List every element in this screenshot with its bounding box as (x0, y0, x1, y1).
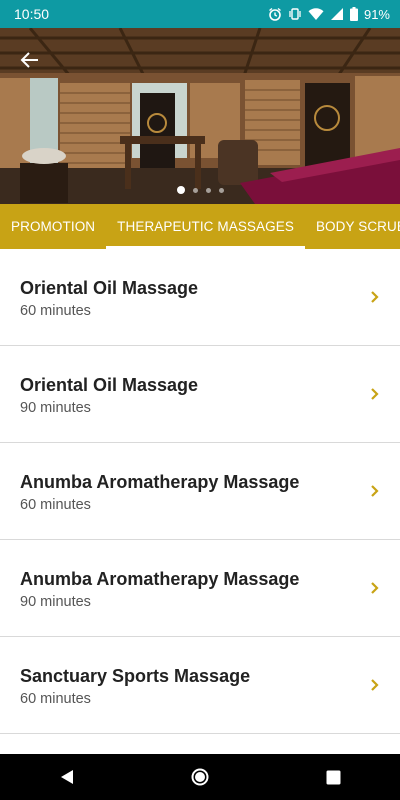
signal-icon (330, 7, 344, 21)
item-title: Sanctuary Sports Massage (20, 666, 251, 686)
tab-label: BODY SCRUBS (315, 219, 400, 234)
hero-image-carousel[interactable] (0, 28, 400, 204)
status-time: 10:50 (14, 6, 50, 22)
chevron-right-icon (371, 388, 379, 400)
carousel-dot[interactable] (218, 187, 224, 193)
tab-label: PROMOTION (11, 219, 96, 234)
nav-back-icon (60, 770, 73, 784)
item-title: Oriental Oil Massage (20, 278, 199, 298)
chevron-right-icon (371, 291, 379, 303)
item-duration: 90 minutes (20, 594, 91, 610)
tab-label: THERAPEUTIC MASSAGES (117, 219, 294, 234)
carousel-dot[interactable] (205, 187, 211, 193)
spa-room-image (0, 28, 400, 204)
vibrate-icon (288, 7, 302, 21)
item-duration: 60 minutes (20, 497, 91, 513)
item-title: Anumba Aromatherapy Massage (20, 472, 300, 492)
chevron-right-icon (371, 582, 379, 594)
list-item[interactable]: Anumba Aromatherapy Massage 60 minutes (0, 443, 400, 540)
carousel-indicator (0, 186, 400, 194)
battery-icon (349, 7, 358, 21)
chevron-right-icon (371, 679, 379, 691)
list-item[interactable]: Anumba Aromatherapy Massage 90 minutes (0, 540, 400, 637)
wifi-icon (308, 7, 324, 21)
status-icons: 91% (268, 7, 390, 22)
list-item[interactable]: Sanctuary Sports Massage 60 minutes (0, 637, 400, 734)
tab-body-scrubs[interactable]: BODY SCRUBS (305, 204, 400, 249)
item-duration: 60 minutes (20, 303, 91, 319)
item-title: Oriental Oil Massage (20, 375, 199, 395)
chevron-right-icon (371, 485, 379, 497)
category-tabs: PROMOTION THERAPEUTIC MASSAGES BODY SCRU… (0, 204, 400, 249)
status-bar: 10:50 91% (0, 0, 400, 28)
item-title: Anumba Aromatherapy Massage (20, 569, 300, 589)
treatment-list: Oriental Oil Massage 60 minutes Oriental… (0, 249, 400, 754)
system-nav-bar (0, 754, 400, 800)
nav-recents-button[interactable] (313, 757, 353, 797)
item-duration: 60 minutes (20, 691, 91, 707)
nav-back-button[interactable] (47, 757, 87, 797)
list-item[interactable]: Oriental Oil Massage 60 minutes (0, 249, 400, 346)
back-arrow-icon[interactable] (18, 48, 42, 72)
alarm-icon (268, 7, 282, 21)
carousel-dot[interactable] (176, 186, 185, 194)
item-duration: 90 minutes (20, 400, 91, 416)
nav-recents-icon (326, 770, 341, 784)
tab-therapeutic-massages[interactable]: THERAPEUTIC MASSAGES (106, 204, 305, 249)
carousel-dot[interactable] (192, 187, 198, 193)
nav-home-button[interactable] (180, 757, 220, 797)
battery-percent: 91% (363, 6, 390, 22)
tab-promotion[interactable]: PROMOTION (0, 204, 106, 249)
list-item[interactable]: Oriental Oil Massage 90 minutes (0, 346, 400, 443)
list-item-partial[interactable] (0, 734, 400, 754)
nav-home-icon (191, 768, 209, 786)
